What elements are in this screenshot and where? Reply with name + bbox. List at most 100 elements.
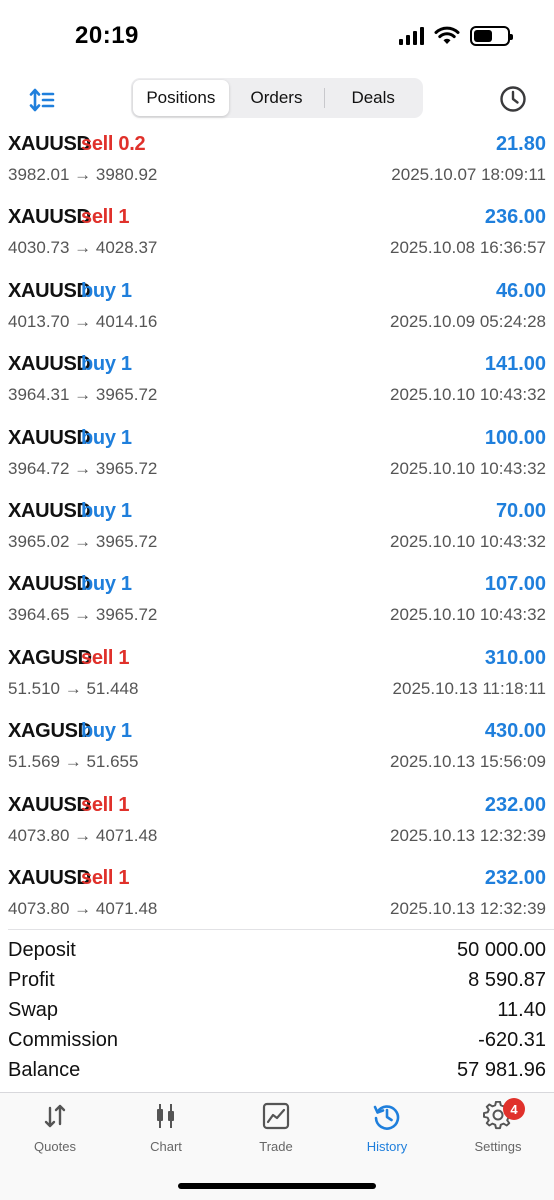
trade-datetime: 2025.10.13 15:56:09 <box>390 752 546 772</box>
summary-value: 11.40 <box>497 999 546 1021</box>
trade-symbol: XAUUSD <box>8 499 91 522</box>
trade-row[interactable]: XAUUSD sell 0.2 21.80 3982.01 → 3980.92 … <box>0 128 554 201</box>
home-indicator <box>178 1183 376 1189</box>
cellular-signal-icon <box>399 27 424 45</box>
quotes-icon <box>44 1104 66 1128</box>
trade-row[interactable]: XAUUSD sell 1 232.00 4073.80 → 4071.48 2… <box>0 789 554 862</box>
trade-datetime: 2025.10.10 10:43:32 <box>390 531 546 551</box>
wifi-icon <box>434 26 460 44</box>
trade-side-volume: buy 1 <box>81 279 132 302</box>
trade-side-volume: sell 1 <box>81 793 130 816</box>
trade-row[interactable]: XAUUSD sell 1 236.00 4030.73 → 4028.37 2… <box>0 201 554 274</box>
trade-datetime: 2025.10.07 18:09:11 <box>391 165 546 184</box>
trade-row[interactable]: XAGUSD sell 1 310.00 51.510 → 51.448 202… <box>0 642 554 715</box>
trade-side-volume: sell 1 <box>81 646 130 669</box>
trade-prices: 4013.70 → 4014.16 <box>8 311 158 331</box>
trade-profit: 46.00 <box>495 279 546 302</box>
trade-profit: 430.00 <box>484 720 546 743</box>
trade-side-volume: buy 1 <box>81 720 132 743</box>
tabbar-label: Trade <box>259 1139 293 1154</box>
notification-badge: 4 <box>503 1098 525 1120</box>
summary-label: Commission <box>8 1029 119 1051</box>
trade-datetime: 2025.10.08 16:36:57 <box>390 238 546 258</box>
trade-symbol: XAUUSD <box>8 133 91 155</box>
trade-profit: 141.00 <box>484 353 546 376</box>
trade-datetime: 2025.10.13 12:32:39 <box>390 898 546 918</box>
trade-prices: 3964.65 → 3965.72 <box>8 605 158 625</box>
summary-row-balance: Balance 57 981.96 <box>0 1056 554 1086</box>
tabbar-chart[interactable]: Chart <box>111 1101 221 1161</box>
trade-prices: 4073.80 → 4071.48 <box>8 825 158 845</box>
summary-label: Swap <box>8 999 59 1021</box>
tabbar-history[interactable]: History <box>332 1101 442 1161</box>
tabbar-trade[interactable]: Trade <box>221 1101 331 1161</box>
summary-row-profit: Profit 8 590.87 <box>0 966 554 996</box>
clock-icon[interactable] <box>498 84 528 114</box>
tabbar-quotes[interactable]: Quotes <box>0 1101 110 1161</box>
summary-row-deposit: Deposit 50 000.00 <box>0 936 554 966</box>
trade-profit: 21.80 <box>495 133 546 155</box>
trade-side-volume: sell 1 <box>81 206 130 229</box>
status-icons <box>399 26 513 46</box>
trade-side-volume: buy 1 <box>81 573 132 596</box>
tab-orders[interactable]: Orders <box>229 80 325 116</box>
summary-label: Balance <box>8 1059 81 1081</box>
trade-row[interactable]: XAGUSD buy 1 430.00 51.569 → 51.655 2025… <box>0 715 554 788</box>
toolbar: Positions Orders Deals <box>0 78 554 120</box>
summary-label: Profit <box>8 969 55 991</box>
trade-row[interactable]: XAUUSD buy 1 70.00 3965.02 → 3965.72 202… <box>0 495 554 568</box>
battery-icon <box>470 26 513 46</box>
trade-prices: 4073.80 → 4071.48 <box>8 898 158 918</box>
trade-symbol: XAUUSD <box>8 206 91 229</box>
tabbar-label: Quotes <box>34 1139 76 1154</box>
summary-value: -620.31 <box>478 1029 546 1051</box>
status-time: 20:19 <box>75 22 139 49</box>
summary-value: 50 000.00 <box>457 939 546 961</box>
trade-symbol: XAUUSD <box>8 353 91 376</box>
trade-row[interactable]: XAUUSD buy 1 107.00 3964.65 → 3965.72 20… <box>0 568 554 641</box>
sort-icon[interactable] <box>28 86 56 114</box>
trade-symbol: XAUUSD <box>8 426 91 449</box>
trade-row[interactable]: XAUUSD buy 1 46.00 4013.70 → 4014.16 202… <box>0 275 554 348</box>
trade-list: XAUUSD sell 0.2 21.80 3982.01 → 3980.92 … <box>0 128 554 935</box>
trade-symbol: XAUUSD <box>8 573 91 596</box>
trade-prices: 3982.01 → 3980.92 <box>8 165 158 184</box>
trade-symbol: XAGUSD <box>8 646 92 669</box>
trade-row[interactable]: XAUUSD sell 1 232.00 4073.80 → 4071.48 2… <box>0 862 554 935</box>
trade-symbol: XAGUSD <box>8 720 92 743</box>
chart-icon <box>157 1104 174 1128</box>
trade-prices: 3965.02 → 3965.72 <box>8 531 158 551</box>
summary-label: Deposit <box>8 939 76 961</box>
trade-datetime: 2025.10.09 05:24:28 <box>390 311 546 331</box>
trade-row[interactable]: XAUUSD buy 1 141.00 3964.31 → 3965.72 20… <box>0 348 554 421</box>
trade-prices: 3964.31 → 3965.72 <box>8 385 158 405</box>
account-summary: Deposit 50 000.00 Profit 8 590.87 Swap 1… <box>0 936 554 1086</box>
trade-side-volume: sell 0.2 <box>81 133 146 155</box>
trade-symbol: XAUUSD <box>8 866 91 889</box>
tabbar-settings[interactable]: 4 Settings <box>443 1098 553 1161</box>
summary-row-commission: Commission -620.31 <box>0 1026 554 1056</box>
trade-profit: 107.00 <box>484 573 546 596</box>
trade-side-volume: sell 1 <box>81 866 130 889</box>
trade-prices: 4030.73 → 4028.37 <box>8 238 158 258</box>
status-bar: 20:19 <box>0 0 554 70</box>
tabbar-label: Chart <box>150 1139 182 1154</box>
trade-profit: 236.00 <box>484 206 546 229</box>
divider <box>8 929 554 930</box>
tab-positions[interactable]: Positions <box>133 80 229 116</box>
trade-profit: 100.00 <box>484 426 546 449</box>
trade-datetime: 2025.10.13 11:18:11 <box>392 678 546 698</box>
trade-row[interactable]: XAUUSD buy 1 100.00 3964.72 → 3965.72 20… <box>0 422 554 495</box>
tab-deals[interactable]: Deals <box>325 80 421 116</box>
trade-prices: 51.569 → 51.655 <box>8 752 139 772</box>
trade-symbol: XAUUSD <box>8 279 91 302</box>
trade-profit: 70.00 <box>495 499 546 522</box>
history-icon <box>373 1105 400 1130</box>
trade-datetime: 2025.10.10 10:43:32 <box>390 385 546 405</box>
trade-profit: 310.00 <box>484 646 546 669</box>
trade-icon <box>262 1102 290 1130</box>
trade-profit: 232.00 <box>484 866 546 889</box>
history-segmented-control: Positions Orders Deals <box>131 78 423 118</box>
summary-row-swap: Swap 11.40 <box>0 996 554 1026</box>
trade-side-volume: buy 1 <box>81 499 132 522</box>
